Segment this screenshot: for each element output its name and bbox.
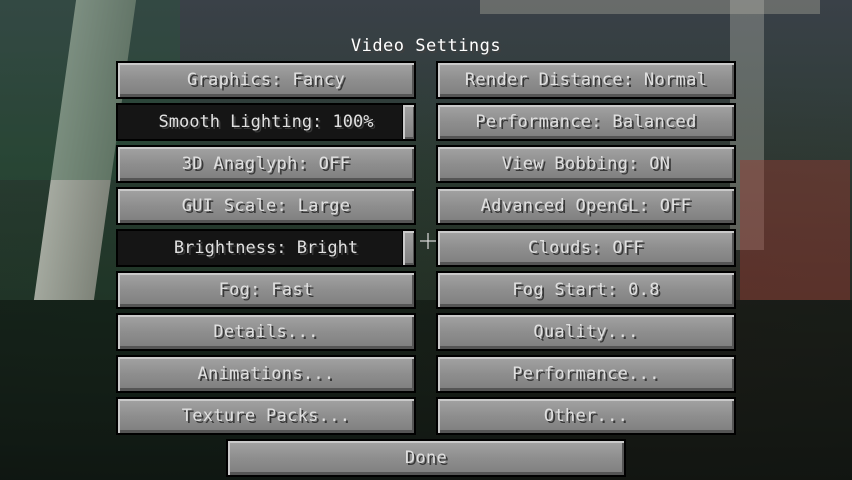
slider-label: Brightness: Bright: [173, 238, 359, 258]
graphics-button[interactable]: Graphics: Fancy: [116, 61, 416, 99]
fog-start-button[interactable]: Fog Start: 0.8: [436, 271, 736, 309]
other-button[interactable]: Other...: [436, 397, 736, 435]
performance-menu-button[interactable]: Performance...: [436, 355, 736, 393]
quality-button[interactable]: Quality...: [436, 313, 736, 351]
view-bobbing-button[interactable]: View Bobbing: ON: [436, 145, 736, 183]
brightness-slider[interactable]: Brightness: Bright: [116, 229, 416, 267]
gui-scale-button[interactable]: GUI Scale: Large: [116, 187, 416, 225]
fog-button[interactable]: Fog: Fast: [116, 271, 416, 309]
performance-mode-button[interactable]: Performance: Balanced: [436, 103, 736, 141]
done-button[interactable]: Done: [226, 439, 626, 477]
render-distance-button[interactable]: Render Distance: Normal: [436, 61, 736, 99]
animations-button[interactable]: Animations...: [116, 355, 416, 393]
clouds-button[interactable]: Clouds: OFF: [436, 229, 736, 267]
details-button[interactable]: Details...: [116, 313, 416, 351]
texture-packs-button[interactable]: Texture Packs...: [116, 397, 416, 435]
tnt-blocks: [740, 160, 850, 300]
fence-structure: [480, 0, 820, 14]
crosshair-icon: [420, 233, 436, 249]
slider-label: Smooth Lighting: 100%: [158, 112, 374, 132]
page-title: Video Settings: [350, 36, 502, 56]
advanced-opengl-button[interactable]: Advanced OpenGL: OFF: [436, 187, 736, 225]
anaglyph-button[interactable]: 3D Anaglyph: OFF: [116, 145, 416, 183]
smooth-lighting-slider[interactable]: Smooth Lighting: 100%: [116, 103, 416, 141]
